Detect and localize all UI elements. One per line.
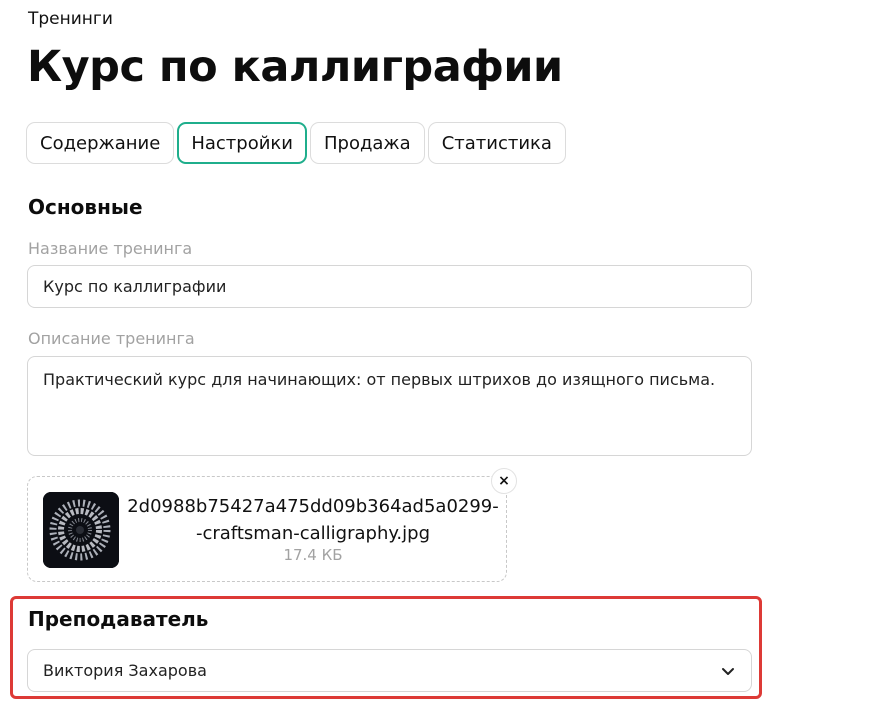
page-title: Курс по каллиграфии: [27, 42, 563, 92]
breadcrumb[interactable]: Тренинги: [28, 9, 113, 29]
close-icon: ×: [498, 473, 510, 489]
training-name-label: Название тренинга: [28, 239, 193, 258]
tab-sales[interactable]: Продажа: [309, 122, 425, 164]
tab-statistics[interactable]: Статистика: [427, 122, 566, 164]
page: Тренинги Курс по каллиграфии Содержание …: [0, 0, 876, 701]
file-name-line-2: -craftsman-calligraphy.jpg: [195, 523, 431, 544]
section-title-teacher: Преподаватель: [28, 607, 209, 631]
section-title-basic: Основные: [28, 195, 143, 219]
teacher-select-value: Виктория Захарова: [43, 661, 207, 680]
teacher-select[interactable]: Виктория Захарова: [27, 649, 752, 692]
chevron-down-icon: [722, 667, 734, 675]
training-description-label: Описание тренинга: [28, 329, 195, 348]
tab-content[interactable]: Содержание: [26, 122, 175, 164]
training-description-input[interactable]: Практический курс для начинающих: от пер…: [27, 356, 752, 456]
file-name-line-1: 2d0988b75427a475dd09b364ad5a0299-: [127, 496, 499, 517]
image-thumbnail: [43, 492, 119, 568]
file-size: 17.4 КБ: [283, 546, 343, 564]
file-name: 2d0988b75427a475dd09b364ad5a0299- -craft…: [118, 493, 508, 547]
training-name-input[interactable]: Курс по каллиграфии: [27, 265, 752, 308]
uploaded-file-card: 2d0988b75427a475dd09b364ad5a0299- -craft…: [27, 468, 517, 582]
tab-bar: Содержание Настройки Продажа Статистика: [26, 122, 566, 164]
tab-settings[interactable]: Настройки: [177, 122, 307, 164]
remove-file-button[interactable]: ×: [491, 468, 517, 494]
